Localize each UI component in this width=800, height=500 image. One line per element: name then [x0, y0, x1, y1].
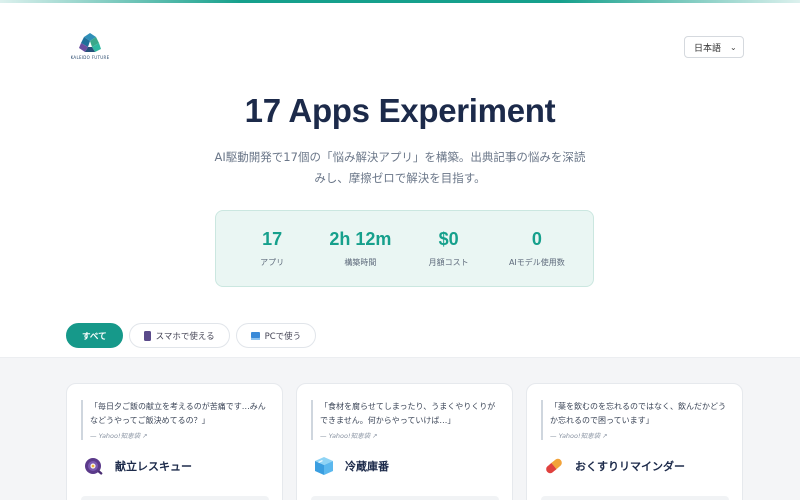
filter-tabs: すべて スマホで使える PCで使う: [66, 323, 317, 348]
app-card-kondate[interactable]: 「毎日夕ご飯の献立を考えるのが苦痛です…みんなどうやってご飯決めてるの？」 — …: [66, 383, 283, 500]
app-name: おくすりリマインダー: [575, 460, 685, 473]
stat-label: 月額コスト: [428, 258, 469, 267]
app-title-row: 献立レスキュー: [83, 455, 192, 477]
stat-value: 0: [531, 229, 542, 249]
filter-label: すべて: [82, 331, 107, 342]
page-title: 17 Apps Experiment: [244, 92, 556, 129]
card-quote: 「薬を飲むのを忘れるのではなく、飲んだかどうか忘れるので困っています」 — Ya…: [541, 400, 731, 440]
quote-source-link[interactable]: — Yahoo!知恵袋 ↗: [550, 430, 731, 440]
kaleido-logo-icon: [79, 33, 101, 52]
stat-value: 2h 12m: [329, 229, 392, 249]
stat-value: 17: [262, 229, 283, 249]
stat-value: $0: [438, 229, 459, 249]
filter-label: PCで使う: [264, 331, 302, 342]
stat-label: AIモデル使用数: [508, 258, 565, 267]
filter-smartphone-button[interactable]: スマホで使える: [128, 323, 230, 348]
app-card-okusuri[interactable]: 「薬を飲むのを忘れるのではなく、飲んだかどうか忘れるので困っています」 — Ya…: [526, 383, 743, 500]
top-accent-line: [0, 0, 800, 3]
chevron-down-icon: ⌄: [730, 42, 737, 52]
page-subtitle: AI駆動開発で17個の「悩み解決アプリ」を構築。出典記事の悩みを深読みし、摩擦ゼ…: [214, 150, 586, 185]
app-name: 冷蔵庫番: [345, 460, 389, 473]
app-title-row: おくすりリマインダー: [543, 455, 685, 477]
stats-panel: 17 アプリ 2h 12m 構築時間 $0 月額コスト 0 AIモデル使用数: [215, 210, 594, 287]
logo-text: KALEIDO FUTURE: [70, 55, 110, 60]
card-quote: 「食材を腐らせてしまったり、うまくやりくりができません。何からやっていけば…」 …: [311, 400, 501, 440]
app-title-row: 冷蔵庫番: [313, 455, 389, 477]
stat-ai-models: 0 AIモデル使用数: [493, 229, 581, 268]
quote-text: 「薬を飲むのを忘れるのではなく、飲んだかどうか忘れるので困っています」: [550, 402, 726, 425]
stat-build-time: 2h 12m 構築時間: [316, 229, 404, 268]
card-footer-bar: [311, 496, 499, 500]
smartphone-icon: [143, 330, 151, 341]
quote-text: 「毎日夕ご飯の献立を考えるのが苦痛です…みんなどうやってご飯決めてるの？」: [90, 402, 266, 425]
logo[interactable]: KALEIDO FUTURE: [68, 32, 112, 62]
stat-label: 構築時間: [344, 258, 377, 267]
quote-text: 「食材を腐らせてしまったり、うまくやりくりができません。何からやっていけば…」: [320, 402, 496, 425]
stat-apps: 17 アプリ: [228, 229, 316, 268]
quote-source-link[interactable]: — Yahoo!知恵袋 ↗: [320, 430, 501, 440]
pill-icon: [543, 455, 565, 477]
app-card-reizouko[interactable]: 「食材を腐らせてしまったり、うまくやりくりができません。何からやっていけば…」 …: [296, 383, 513, 500]
language-select-value: 日本語: [694, 43, 722, 54]
card-footer-bar: [81, 496, 269, 500]
card-quote: 「毎日夕ご飯の献立を考えるのが苦痛です…みんなどうやってご飯決めてるの？」 — …: [81, 400, 271, 440]
cooking-pan-icon: [83, 455, 105, 477]
filter-pc-button[interactable]: PCで使う: [235, 323, 317, 348]
stat-label: アプリ: [260, 258, 285, 267]
stat-monthly-cost: $0 月額コスト: [405, 229, 493, 268]
computer-icon: [250, 331, 260, 340]
quote-source-link[interactable]: — Yahoo!知恵袋 ↗: [90, 430, 271, 440]
filter-all-button[interactable]: すべて: [66, 323, 123, 348]
app-name: 献立レスキュー: [115, 460, 192, 473]
language-select[interactable]: 日本語 ⌄: [684, 36, 744, 58]
card-footer-bar: [541, 496, 729, 500]
filter-label: スマホで使える: [155, 331, 215, 342]
ice-cube-icon: [313, 455, 335, 477]
